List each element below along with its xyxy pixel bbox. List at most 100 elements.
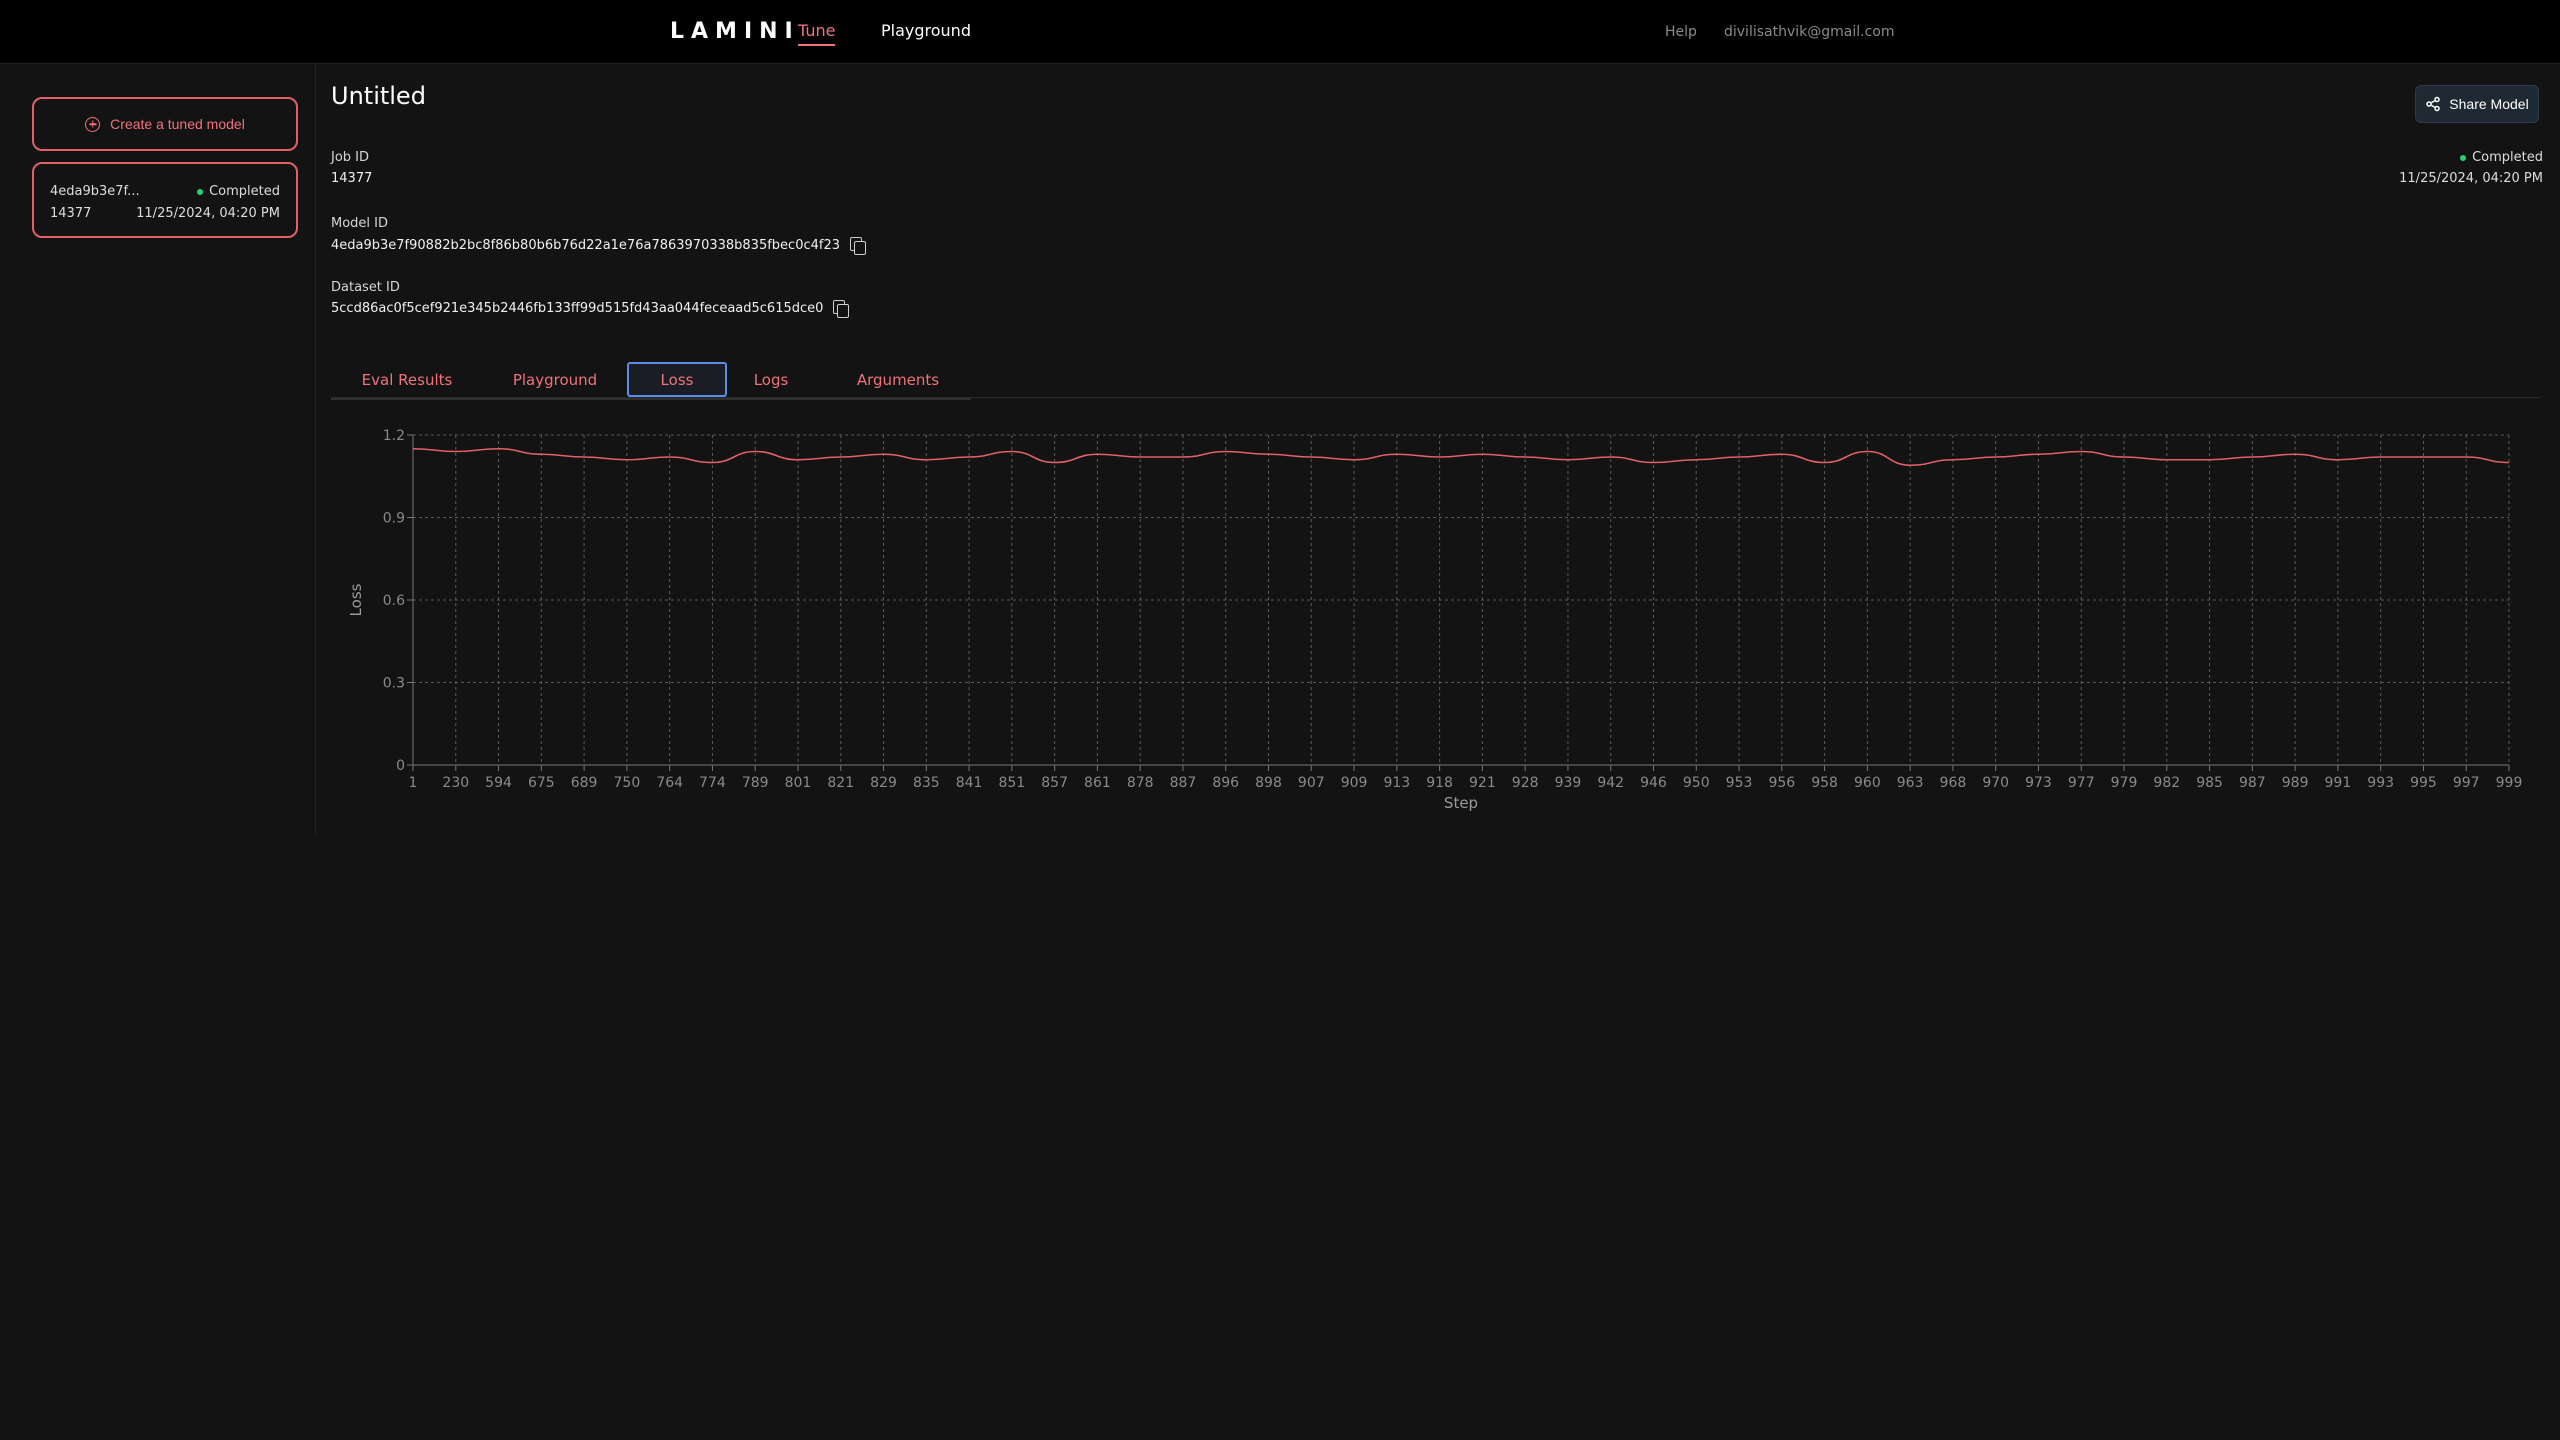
copy-model-id-icon[interactable]	[850, 237, 866, 255]
x-tick-label: 594	[485, 775, 512, 791]
x-tick-label: 1	[409, 775, 418, 791]
plus-circle-icon	[85, 116, 101, 132]
y-axis-title: Loss	[347, 583, 365, 616]
dataset-id-value: 5ccd86ac0f5cef921e345b2446fb133ff99d515f…	[331, 300, 850, 318]
job-card-status: Completed	[197, 184, 280, 199]
nav-help[interactable]: Help	[1665, 24, 1697, 40]
tabs-underline	[331, 398, 971, 400]
x-tick-label: 982	[2153, 775, 2180, 791]
page-title: Untitled	[331, 82, 426, 110]
x-tick-label: 995	[2410, 775, 2437, 791]
y-tick-label: 0.6	[383, 593, 405, 609]
tab-arguments[interactable]: Arguments	[848, 362, 948, 397]
x-tick-label: 960	[1854, 775, 1881, 791]
top-navbar: LAMINI Tune Playground Help divilisathvi…	[0, 0, 2560, 64]
x-tick-label: 774	[699, 775, 726, 791]
status-dot-icon	[197, 188, 204, 195]
x-tick-label: 841	[956, 775, 983, 791]
x-tick-label: 939	[1555, 775, 1582, 791]
model-id-value: 4eda9b3e7f90882b2bc8f86b80b6b76d22a1e76a…	[331, 237, 866, 255]
x-tick-label: 913	[1383, 775, 1410, 791]
x-tick-label: 973	[2025, 775, 2052, 791]
x-tick-label: 956	[1768, 775, 1795, 791]
y-tick-label: 1.2	[383, 428, 405, 444]
nav-tune[interactable]: Tune	[798, 21, 836, 46]
x-tick-label: 851	[998, 775, 1025, 791]
job-card-status-label: Completed	[209, 184, 280, 199]
copy-dataset-id-icon[interactable]	[833, 300, 850, 318]
model-id-text: 4eda9b3e7f90882b2bc8f86b80b6b76d22a1e76a…	[331, 237, 840, 253]
x-tick-label: 887	[1170, 775, 1197, 791]
nav-playground[interactable]: Playground	[881, 21, 971, 40]
user-email[interactable]: divilisathvik@gmail.com	[1724, 24, 1894, 40]
job-status-label: Completed	[2472, 150, 2543, 165]
x-tick-label: 789	[742, 775, 769, 791]
y-tick-label: 0.9	[383, 511, 405, 527]
create-tuned-model-button[interactable]: Create a tuned model	[32, 97, 298, 151]
share-icon	[2426, 96, 2441, 112]
x-tick-label: 942	[1597, 775, 1624, 791]
dataset-id-text: 5ccd86ac0f5cef921e345b2446fb133ff99d515f…	[331, 300, 824, 316]
loss-chart-svg: 0 0.3 0.6 0.9 1.2 1 230 594 675 689 750 764 774 789 80…	[347, 428, 2523, 812]
x-tick-label: 968	[1940, 775, 1967, 791]
loss-chart: 0 0.3 0.6 0.9 1.2 1 230 594 675 689 750 764 774 789 80…	[331, 420, 2541, 820]
lamini-logo[interactable]: LAMINI	[670, 19, 800, 44]
share-model-label: Share Model	[2449, 96, 2529, 112]
tab-playground[interactable]: Playground	[505, 362, 605, 397]
x-tick-label: 979	[2111, 775, 2138, 791]
x-tick-label: 835	[913, 775, 940, 791]
x-tick-label: 909	[1341, 775, 1368, 791]
x-tick-label: 993	[2367, 775, 2394, 791]
x-tick-label: 829	[870, 775, 897, 791]
x-tick-label: 953	[1726, 775, 1753, 791]
share-model-button[interactable]: Share Model	[2415, 85, 2539, 123]
job-card-date: 11/25/2024, 04:20 PM	[136, 206, 280, 221]
create-tuned-model-label: Create a tuned model	[110, 116, 245, 132]
job-card-job-id: 14377	[50, 206, 92, 221]
status-dot-icon	[2460, 154, 2467, 161]
tab-logs[interactable]: Logs	[741, 362, 801, 397]
x-tick-label: 977	[2068, 775, 2095, 791]
y-tick-label: 0	[396, 758, 405, 774]
job-id-value: 14377	[331, 171, 372, 186]
x-tick-label: 997	[2453, 775, 2480, 791]
job-date: 11/25/2024, 04:20 PM	[2399, 171, 2543, 186]
job-id-label: Job ID	[331, 150, 370, 165]
x-tick-label: 896	[1212, 775, 1239, 791]
model-id-label: Model ID	[331, 216, 389, 231]
job-id-text: 14377	[331, 171, 373, 186]
tab-eval-results[interactable]: Eval Results	[357, 362, 457, 397]
x-tick-label: 857	[1041, 775, 1068, 791]
x-tick-label: 898	[1255, 775, 1282, 791]
x-tick-label: 950	[1683, 775, 1710, 791]
sidebar: Create a tuned model 4eda9b3e7f... Compl…	[0, 64, 316, 834]
x-tick-label: 907	[1298, 775, 1325, 791]
tab-loss[interactable]: Loss	[627, 362, 727, 397]
x-tick-label: 987	[2239, 775, 2266, 791]
x-tick-label: 970	[1982, 775, 2009, 791]
y-tick-label: 0.3	[383, 676, 405, 692]
x-tick-label: 946	[1640, 775, 1667, 791]
x-tick-label: 991	[2325, 775, 2352, 791]
x-tick-label: 999	[2496, 775, 2523, 791]
x-tick-label: 878	[1127, 775, 1154, 791]
x-tick-label: 928	[1512, 775, 1539, 791]
dataset-id-label: Dataset ID	[331, 280, 400, 295]
x-tick-label: 764	[656, 775, 683, 791]
x-tick-label: 985	[2196, 775, 2223, 791]
x-tick-label: 675	[528, 775, 555, 791]
job-card-model-id: 4eda9b3e7f...	[50, 184, 140, 199]
x-tick-label: 963	[1897, 775, 1924, 791]
job-tabs: Eval Results Playground Loss Logs Argume…	[331, 362, 2541, 400]
job-status: Completed	[2460, 150, 2543, 165]
x-tick-label: 230	[442, 775, 469, 791]
x-tick-label: 921	[1469, 775, 1496, 791]
job-card[interactable]: 4eda9b3e7f... Completed 14377 11/25/2024…	[32, 162, 298, 238]
loss-series-line	[412, 447, 2510, 467]
x-tick-label: 861	[1084, 775, 1111, 791]
x-tick-label: 689	[571, 775, 598, 791]
x-tick-label: 801	[785, 775, 812, 791]
x-tick-label: 821	[827, 775, 854, 791]
x-tick-label: 750	[614, 775, 641, 791]
x-tick-label: 989	[2282, 775, 2309, 791]
